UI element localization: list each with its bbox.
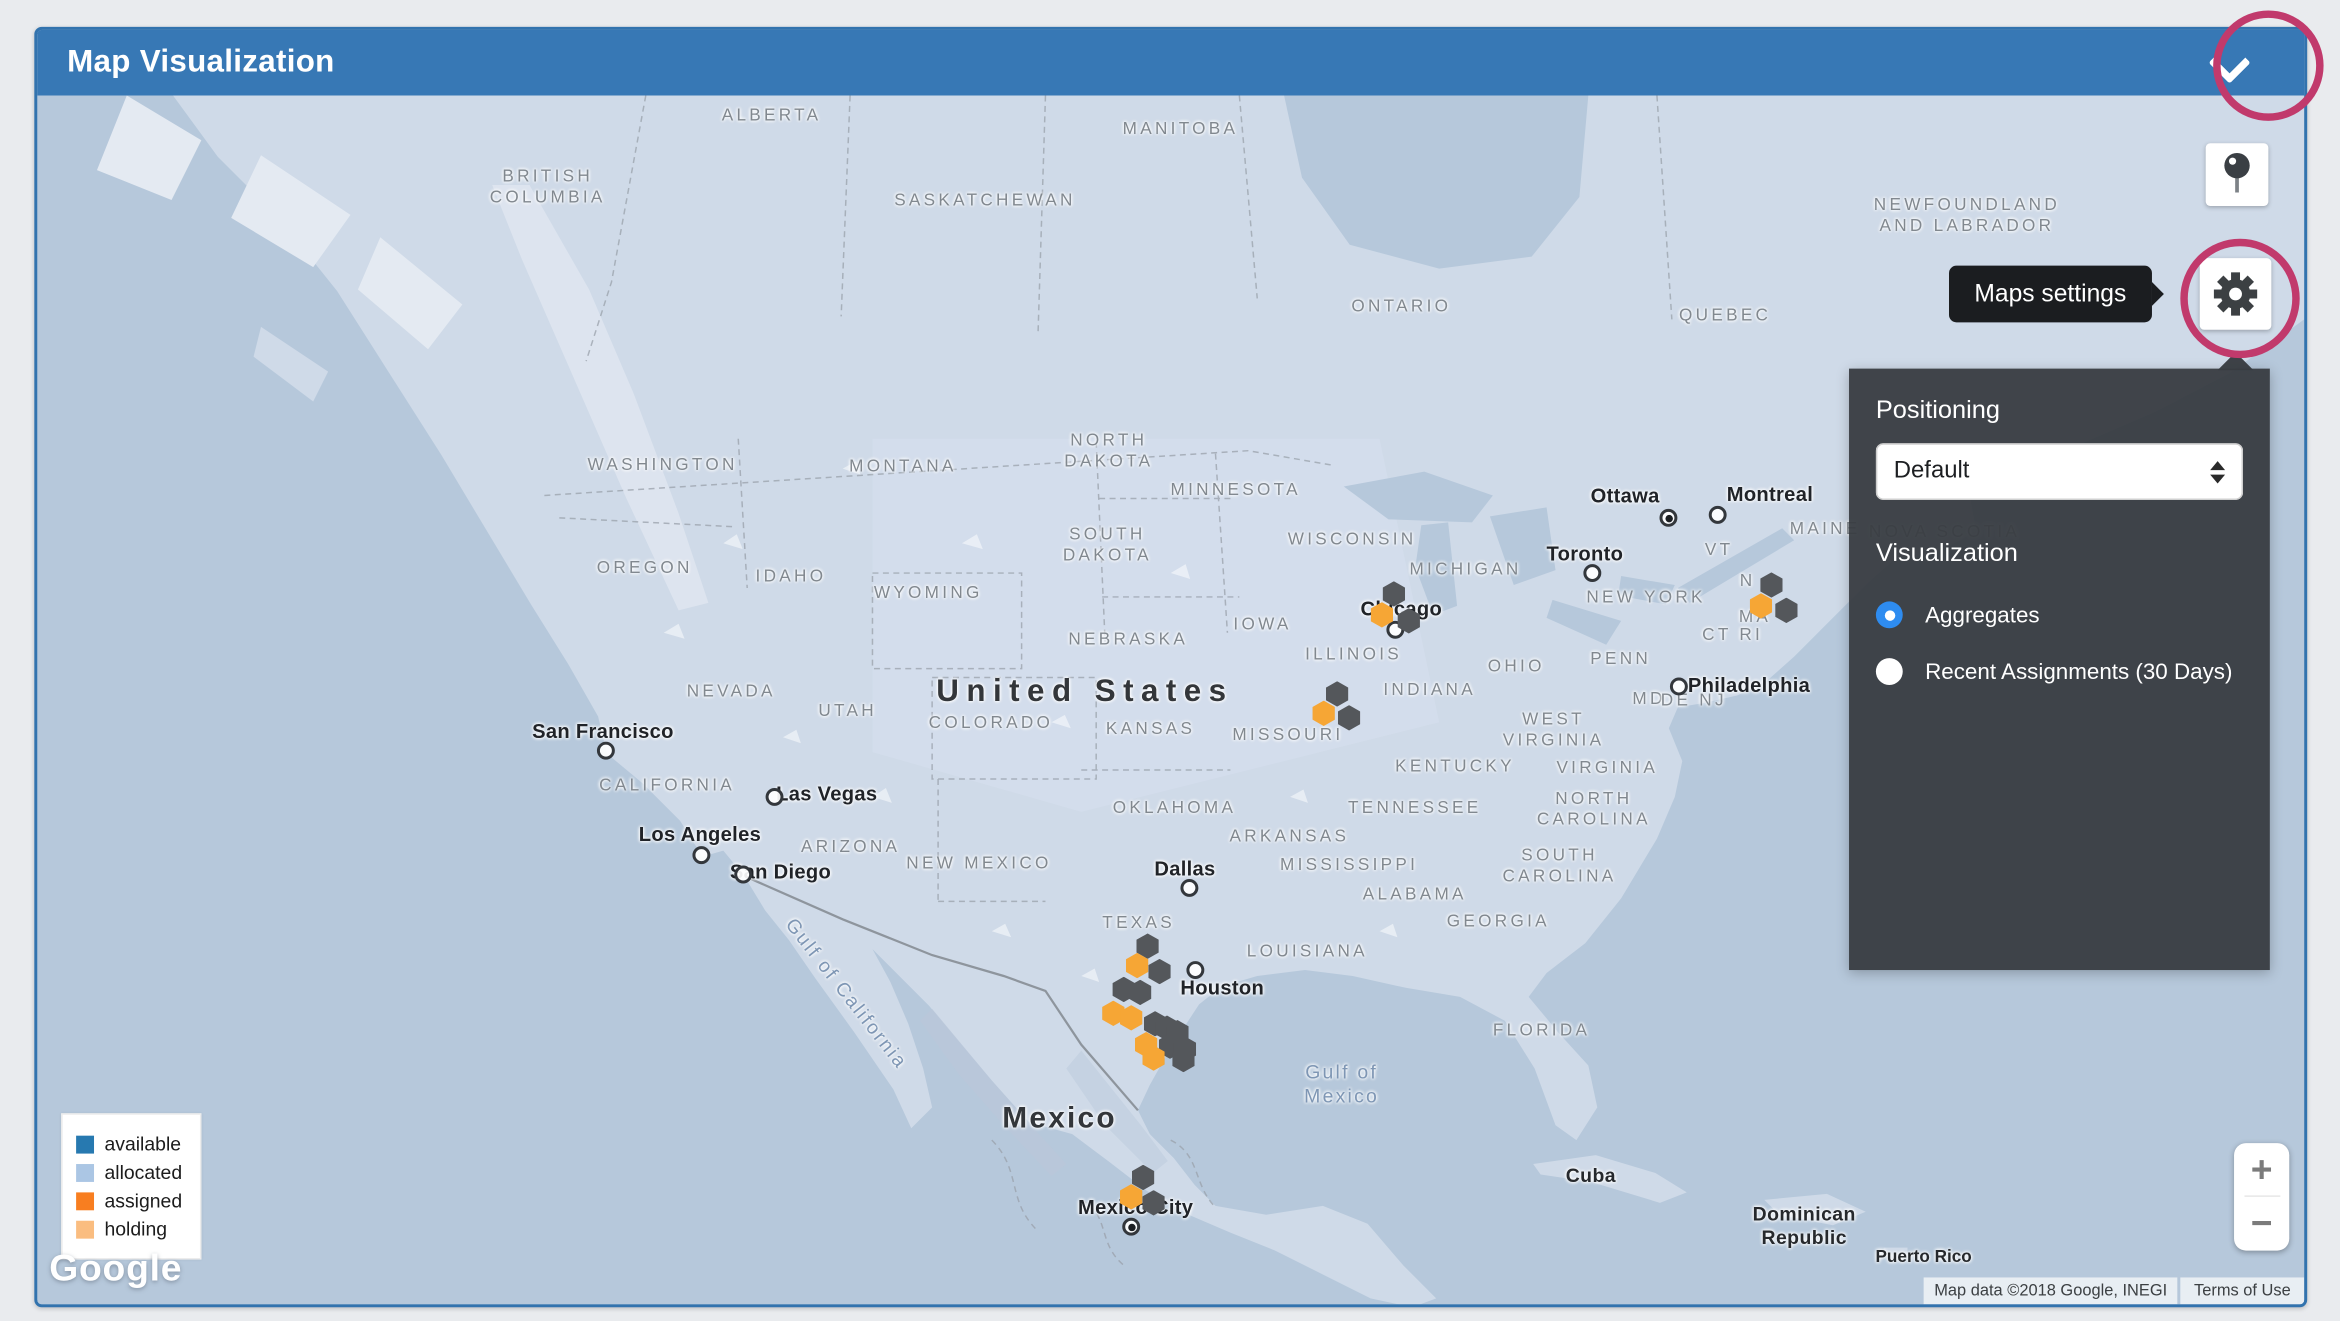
legend-item-assigned: assigned (76, 1189, 182, 1211)
maps-settings-panel: Positioning Default Visualization Aggreg… (1849, 369, 2270, 970)
hex-marker-gray[interactable] (1383, 581, 1405, 606)
hex-marker-gray[interactable] (1132, 1165, 1154, 1190)
legend-label: assigned (104, 1189, 182, 1211)
visualization-label: Visualization (1876, 539, 2243, 569)
legend-swatch-allocated (76, 1163, 94, 1181)
viz-option-label: Recent Assignments (30 Days) (1925, 659, 2232, 684)
map-canvas[interactable]: ALBERTABRITISH COLUMBIASASKATCHEWANMANIT… (37, 96, 2304, 1305)
map-visualization-card: Map Visualization (34, 27, 2307, 1307)
legend-swatch-holding (76, 1220, 94, 1238)
legend-swatch-available (76, 1135, 94, 1153)
maps-settings-button[interactable] (2200, 258, 2272, 330)
chevron-down-icon (2208, 42, 2250, 84)
pin-icon (2206, 143, 2269, 206)
hex-marker-gray[interactable] (1338, 705, 1360, 730)
legend-item-holding: holding (76, 1218, 182, 1240)
hex-marker-gray[interactable] (1142, 1190, 1164, 1215)
hex-marker-orange[interactable] (1371, 602, 1393, 627)
gear-icon (2213, 272, 2258, 317)
legend-swatch-assigned (76, 1192, 94, 1210)
hex-marker-gray[interactable] (1326, 681, 1348, 706)
viz-option-0[interactable]: Aggregates (1876, 601, 2243, 628)
radio-icon[interactable] (1876, 658, 1903, 685)
radio-selected-icon[interactable] (1876, 601, 1903, 628)
viz-option-1[interactable]: Recent Assignments (30 Days) (1876, 658, 2243, 685)
tooltip-arrow (2152, 282, 2164, 306)
hex-marker-gray[interactable] (1760, 572, 1782, 597)
card-header: Map Visualization (37, 30, 2304, 96)
hex-marker-orange[interactable] (1120, 1184, 1142, 1209)
legend-label: allocated (104, 1161, 182, 1183)
zoom-in-button[interactable]: + (2234, 1143, 2289, 1195)
hex-marker-gray[interactable] (1148, 959, 1170, 984)
maps-settings-tooltip-label: Maps settings (1974, 281, 2126, 308)
legend-label: available (104, 1133, 181, 1155)
visualization-options: Aggregates Recent Assignments (30 Days) (1876, 601, 2243, 685)
positioning-label: Positioning (1876, 395, 2243, 425)
select-arrows-icon (2210, 460, 2225, 482)
terms-of-use-link[interactable]: Terms of Use (2181, 1277, 2305, 1304)
panel-caret (2218, 352, 2254, 370)
pin-button[interactable] (2206, 143, 2269, 206)
page-title: Map Visualization (37, 45, 334, 81)
positioning-select-value: Default (1894, 458, 1970, 485)
positioning-select[interactable]: Default (1876, 443, 2243, 500)
legend-label: holding (104, 1218, 167, 1240)
attribution-bar: Map data ©2018 Google, INEGI Terms of Us… (1924, 1277, 2304, 1304)
zoom-control: + − (2234, 1143, 2289, 1250)
google-logo[interactable]: Google (49, 1248, 182, 1291)
maps-settings-tooltip: Maps settings (1949, 266, 2152, 323)
hex-marker-orange[interactable] (1313, 701, 1335, 726)
legend-item-available: available (76, 1133, 182, 1155)
hex-marker-orange[interactable] (1750, 593, 1772, 618)
legend-item-allocated: allocated (76, 1161, 182, 1183)
map-data-attribution: Map data ©2018 Google, INEGI (1924, 1277, 2178, 1304)
hex-marker-gray[interactable] (1398, 608, 1420, 633)
map-legend: available allocated assigned holding (61, 1113, 201, 1259)
hex-marker-gray[interactable] (1775, 598, 1797, 623)
collapse-button[interactable] (2206, 45, 2251, 84)
zoom-out-button[interactable]: − (2234, 1197, 2289, 1249)
viz-option-label: Aggregates (1925, 602, 2040, 627)
